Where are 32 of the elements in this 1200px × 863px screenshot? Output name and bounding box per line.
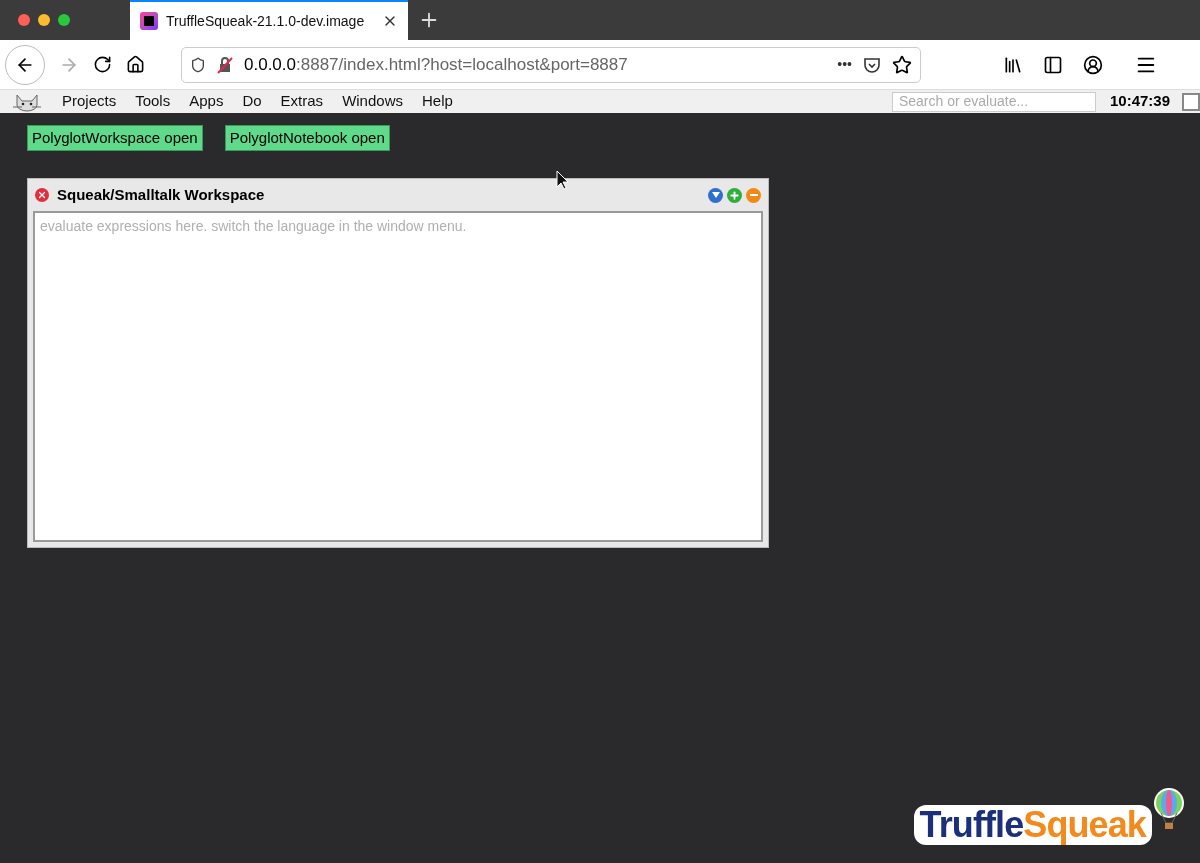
window-title: Squeak/Smalltalk Workspace xyxy=(57,184,265,205)
mouse-pointer-icon xyxy=(556,170,570,190)
tab-title: TruffleSqueak-21.1.0-dev.image xyxy=(166,11,365,31)
logo-text: TruffleSqueak xyxy=(913,805,1152,845)
fullscreen-icon[interactable] xyxy=(1182,92,1200,111)
menu-item[interactable]: Windows xyxy=(342,90,403,113)
expand-icon[interactable] xyxy=(727,187,742,203)
sidebar-icon[interactable] xyxy=(1043,54,1063,75)
address-bar[interactable]: 0.0.0.0:8887/index.html?host=localhost&port=8887 ••• xyxy=(181,46,921,83)
code-editor-field[interactable]: evaluate expressions here. switch the language in the window menu. xyxy=(33,211,763,542)
menu-item[interactable]: Apps xyxy=(189,90,224,113)
open-button[interactable]: PolyglotWorkspace open xyxy=(27,125,203,151)
insecure-lock-icon[interactable] xyxy=(216,55,234,74)
url-text: 0.0.0.0:8887/index.html?host=localhost&port=8887 xyxy=(244,53,628,76)
home-icon[interactable] xyxy=(126,55,145,74)
account-icon[interactable] xyxy=(1083,54,1103,75)
menu-item[interactable]: Help xyxy=(422,90,453,113)
menu-item[interactable]: Projects xyxy=(62,90,117,113)
window-menu-icon[interactable] xyxy=(708,187,723,203)
clock-text: 10:47:39 xyxy=(1109,91,1170,112)
close-icon[interactable] xyxy=(35,188,49,202)
open-button[interactable]: PolyglotNotebook open xyxy=(224,125,390,151)
shield-icon[interactable] xyxy=(190,56,206,73)
menu-item[interactable]: Tools xyxy=(135,90,171,113)
menu-item[interactable]: Do xyxy=(242,90,262,113)
bookmark-star-icon[interactable] xyxy=(892,54,912,75)
reload-icon[interactable] xyxy=(93,55,112,74)
app-favicon-icon xyxy=(140,12,158,30)
search-field[interactable]: Search or evaluate... xyxy=(891,91,1096,112)
menu-item[interactable]: Extras xyxy=(280,90,324,113)
page-actions-text[interactable]: ••• xyxy=(837,54,852,75)
browser-tab[interactable]: TruffleSqueak-21.1.0-dev.image xyxy=(130,0,408,40)
